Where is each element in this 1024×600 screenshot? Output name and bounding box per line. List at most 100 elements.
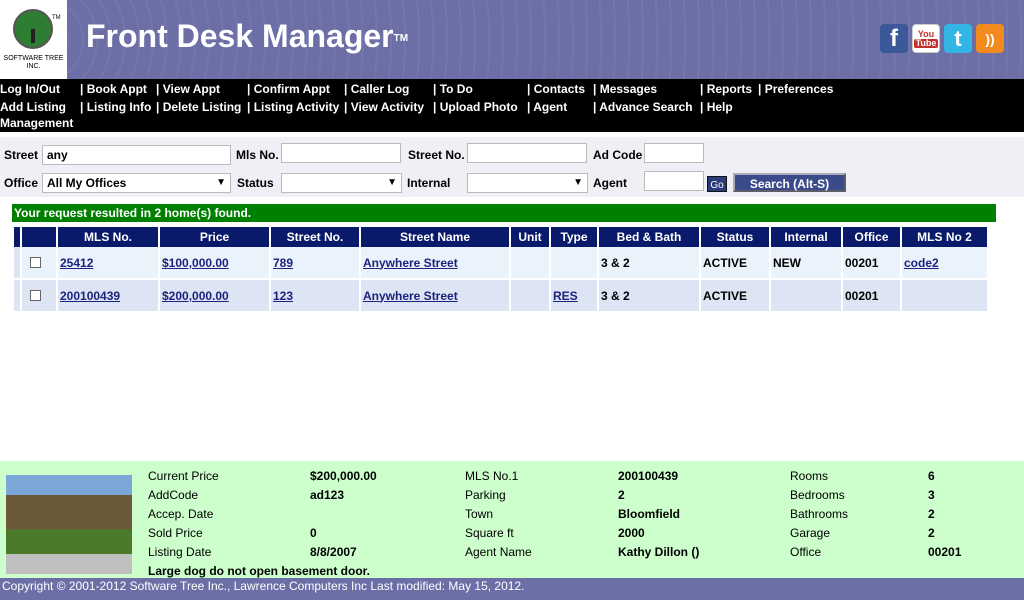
menu-help[interactable]: | Help [700,100,733,114]
menu-agent[interactable]: | Agent [527,100,567,114]
col-internal[interactable]: Internal [771,227,841,247]
search-button[interactable]: Search (Alt-S) [733,173,846,192]
price-link[interactable]: $200,000.00 [162,289,229,303]
menu-add-listing[interactable]: Add Listing [0,100,66,114]
detail-label: Office [790,545,822,559]
menu-book-appt[interactable]: | Book Appt [80,82,147,96]
bed-bath-cell: 3 & 2 [599,247,699,280]
detail-value: 2 [618,488,625,502]
unit-cell [511,280,549,313]
menu-view-appt[interactable]: | View Appt [156,82,220,96]
detail-label: Parking [465,488,506,502]
col-unit[interactable]: Unit [511,227,549,247]
col-select [22,227,56,247]
menu-log-in-out[interactable]: Log In/Out [0,82,60,96]
ad-code-label: Ad Code [593,148,643,162]
detail-value: 2 [928,526,935,540]
office-select-value: All My Offices [47,176,127,190]
chevron-down-icon: ▼ [387,177,397,188]
col-street-name[interactable]: Street Name [361,227,509,247]
detail-value: 200100439 [618,469,679,483]
row-select-cell [22,247,56,280]
rss-icon[interactable]: )) [976,24,1004,53]
main-menu: Log In/Out | Book Appt | View Appt | Con… [0,79,1024,132]
row-checkbox[interactable] [30,257,41,268]
result-message: Your request resulted in 2 home(s) found… [12,204,996,222]
office-select[interactable]: All My Offices ▼ [42,173,231,193]
menu-preferences[interactable]: | Preferences [758,82,833,96]
menu-messages[interactable]: | Messages [593,82,657,96]
youtube-bottom-text: Tube [913,37,939,48]
menu-reports[interactable]: | Reports [700,82,752,96]
menu-view-activity[interactable]: | View Activity [344,100,424,114]
tree-logo-icon [13,9,53,49]
detail-label: Accep. Date [148,507,214,521]
facebook-icon[interactable]: f [880,24,908,53]
go-button[interactable]: Go [707,176,727,192]
street-no-label: Street No. [408,148,465,162]
menu-listing-info[interactable]: | Listing Info [80,100,151,114]
mls-input[interactable] [281,143,401,163]
mls-link[interactable]: 200100439 [60,289,120,303]
twitter-icon[interactable]: t [944,24,972,53]
street-input[interactable] [42,145,231,165]
street-name-link[interactable]: Anywhere Street [363,289,458,303]
detail-label: Agent Name [465,545,532,559]
detail-label: AddCode [148,488,199,502]
type-cell [551,247,597,280]
menu-management[interactable]: Management [0,116,73,130]
ad-code-input[interactable] [644,143,704,163]
agent-label: Agent [593,176,627,190]
street-no-link[interactable]: 123 [273,289,293,303]
type-link[interactable]: RES [553,289,578,303]
col-type[interactable]: Type [551,227,597,247]
col-mls-no-2[interactable]: MLS No 2 [902,227,987,247]
mls2-cell [902,280,987,313]
col-price[interactable]: Price [160,227,269,247]
detail-value: 8/8/2007 [310,545,357,559]
street-no-cell: 789 [271,247,359,280]
menu-caller-log[interactable]: | Caller Log [344,82,409,96]
listing-photo[interactable] [6,475,132,574]
detail-label: Rooms [790,469,829,483]
menu-upload-photo[interactable]: | Upload Photo [433,100,518,114]
street-no-input[interactable] [467,143,587,163]
col-mls-no[interactable]: MLS No. [58,227,158,247]
mls-link[interactable]: 25412 [60,256,93,270]
agent-input[interactable] [644,171,704,191]
menu-delete-listing[interactable]: | Delete Listing [156,100,241,114]
menu-advance-search[interactable]: | Advance Search [593,100,693,114]
menu-contacts[interactable]: | Contacts [527,82,585,96]
youtube-icon[interactable]: You Tube [912,24,940,53]
menu-to-do[interactable]: | To Do [433,82,473,96]
status-select[interactable]: ▼ [281,173,402,193]
detail-label: MLS No.1 [465,469,519,483]
col-office[interactable]: Office [843,227,900,247]
office-cell: 00201 [843,247,900,280]
mls-cell: 25412 [58,247,158,280]
menu-listing-activity[interactable]: | Listing Activity [247,100,339,114]
street-no-link[interactable]: 789 [273,256,293,270]
col-status[interactable]: Status [701,227,769,247]
price-cell: $200,000.00 [160,280,269,313]
detail-value: Bloomfield [618,507,680,521]
app-title-tm: TM [393,33,409,45]
detail-value: ad123 [310,488,345,502]
type-cell: RES [551,280,597,313]
menu-confirm-appt[interactable]: | Confirm Appt [247,82,330,96]
row-checkbox[interactable] [30,290,41,301]
street-name-link[interactable]: Anywhere Street [363,256,458,270]
mls-cell: 200100439 [58,280,158,313]
unit-cell [511,247,549,280]
col-street-no[interactable]: Street No. [271,227,359,247]
internal-select[interactable]: ▼ [467,173,588,193]
listing-detail-panel: Current Price AddCode Accep. Date Sold P… [0,461,1024,578]
status-cell: ACTIVE [701,280,769,313]
company-logo[interactable]: TM SOFTWARE TREE INC. [0,0,67,79]
detail-label: Bedrooms [790,488,845,502]
app-title-text: Front Desk Manager [86,18,394,54]
mls2-link[interactable]: code2 [904,256,939,270]
price-link[interactable]: $100,000.00 [162,256,229,270]
col-bed-bath[interactable]: Bed & Bath [599,227,699,247]
office-label: Office [4,176,39,190]
